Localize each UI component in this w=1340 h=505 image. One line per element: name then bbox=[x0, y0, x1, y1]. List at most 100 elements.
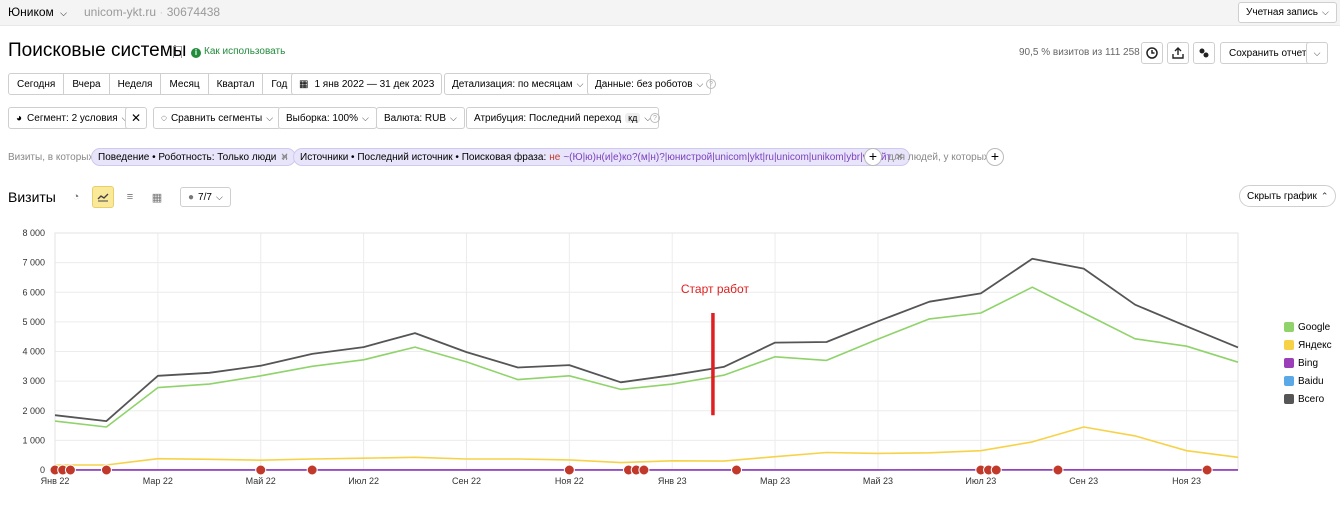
filter-chip-text: Поведение • Роботность: Только люди bbox=[98, 151, 277, 163]
add-people-filter-button[interactable]: + bbox=[986, 148, 1004, 166]
chevron-down-icon: ⌵ bbox=[266, 112, 274, 123]
x-tick-label: Сен 22 bbox=[452, 476, 481, 486]
how-to-use-label: Как использовать bbox=[204, 46, 286, 57]
chevron-down-icon: ⌵ bbox=[215, 191, 223, 202]
annotation-label: Старт работ bbox=[681, 282, 750, 296]
people-filter-label: для людей, у которых bbox=[888, 152, 989, 163]
legend-item-baidu[interactable]: Baidu bbox=[1284, 372, 1332, 390]
attribution-badge: кд bbox=[625, 113, 641, 123]
filters-label: Визиты, в которых bbox=[8, 152, 94, 163]
filter-regex: ~(Ю|ю)н(и|е)ко?(м|н)?|юнистрой|unicom|yk… bbox=[563, 151, 892, 163]
history-button[interactable] bbox=[1141, 42, 1163, 64]
event-marker-icon bbox=[255, 464, 267, 476]
hide-chart-button[interactable]: Скрыть график ⌃ bbox=[1239, 185, 1337, 207]
line-chart-icon bbox=[97, 193, 109, 202]
data-select[interactable]: Данные: без роботов ⌵ bbox=[587, 73, 712, 95]
chevron-down-icon: ⌵ bbox=[696, 78, 704, 89]
hide-chart-label: Скрыть график bbox=[1247, 190, 1317, 202]
series-selector[interactable]: ● 7/7 ⌵ bbox=[180, 187, 231, 207]
info-icon: i bbox=[191, 48, 201, 58]
account-brand-selector[interactable]: Юником ⌵ bbox=[8, 5, 67, 19]
segment-clear-button[interactable]: ✕ bbox=[125, 107, 147, 129]
chart-title: Визиты bbox=[8, 189, 56, 205]
legend-item-google[interactable]: Google bbox=[1284, 318, 1332, 336]
pie-icon: ◕ bbox=[16, 112, 23, 124]
account-button[interactable]: Учетная запись ⌵ bbox=[1238, 2, 1337, 23]
legend-item-yandex[interactable]: Яндекс bbox=[1284, 336, 1332, 354]
segment-select[interactable]: ◕ Сегмент: 2 условия ⌵ bbox=[8, 107, 137, 129]
event-marker-icon bbox=[1201, 464, 1213, 476]
save-report-menu[interactable]: ⌵ bbox=[1306, 42, 1328, 64]
date-range-picker[interactable]: ▦ 1 янв 2022 — 31 дек 2023 bbox=[291, 73, 443, 95]
y-tick-label: 6 000 bbox=[22, 287, 45, 297]
close-icon: ✕ bbox=[130, 111, 142, 125]
chart-legend: Google Яндекс Bing Baidu Всего bbox=[1284, 318, 1332, 408]
account-label: Учетная запись bbox=[1246, 7, 1319, 18]
x-tick-label: Май 22 bbox=[246, 476, 276, 486]
line-chart-mode-button[interactable] bbox=[92, 186, 114, 208]
event-marker-icon bbox=[990, 464, 1002, 476]
pie-chart-mode-button[interactable]: ◔ bbox=[65, 186, 87, 208]
checkbox-icon bbox=[1284, 376, 1294, 386]
event-marker-icon bbox=[731, 464, 743, 476]
x-tick-label: Июл 23 bbox=[965, 476, 996, 486]
site-name: unicom-ykt.ru bbox=[84, 5, 157, 19]
sample-label: Выборка: 100% bbox=[286, 112, 358, 124]
page-title: Поисковые системы bbox=[8, 40, 187, 61]
chevron-down-icon: ⌵ bbox=[362, 112, 369, 123]
pie-chart-icon: ◔ bbox=[72, 191, 80, 203]
series-line-Google bbox=[54, 286, 1239, 428]
clock-icon bbox=[1146, 47, 1158, 59]
export-button[interactable] bbox=[1167, 42, 1189, 64]
bar-chart-mode-button[interactable]: ▦ bbox=[146, 186, 168, 208]
x-tick-label: Мар 22 bbox=[143, 476, 173, 486]
series-line-Всего bbox=[54, 257, 1239, 423]
chevron-down-icon: ⌵ bbox=[576, 78, 584, 89]
event-marker-icon bbox=[64, 464, 76, 476]
data-label: Данные: без роботов bbox=[595, 78, 693, 90]
filter-chip-search-phrase[interactable]: Источники • Последний источник • Поисков… bbox=[293, 148, 911, 166]
period-month[interactable]: Месяц bbox=[161, 74, 209, 94]
add-filter-button[interactable]: + bbox=[864, 148, 882, 166]
save-report-button[interactable]: Сохранить отчет bbox=[1220, 42, 1316, 64]
period-week[interactable]: Неделя bbox=[110, 74, 162, 94]
comment-icon: ● bbox=[188, 191, 195, 203]
period-yesterday[interactable]: Вчера bbox=[64, 74, 110, 94]
event-marker-icon bbox=[306, 464, 318, 476]
currency-select[interactable]: Валюта: RUB ⌵ bbox=[376, 107, 465, 129]
attribution-select[interactable]: Атрибуция: Последний переход кд ⌵ bbox=[466, 107, 660, 129]
bookmark-icon[interactable] bbox=[173, 46, 182, 58]
top-bar: Юником ⌵ unicom-ykt.ru · 30674438 Учетна… bbox=[0, 0, 1340, 26]
area-chart-mode-button[interactable]: ≡ bbox=[119, 186, 141, 208]
event-marker-icon bbox=[1052, 464, 1064, 476]
y-tick-label: 2 000 bbox=[22, 406, 45, 416]
help-icon[interactable]: ? bbox=[650, 113, 660, 123]
series-line-Яндекс bbox=[55, 426, 1239, 466]
calendar-icon: ▦ bbox=[299, 78, 309, 90]
brand-name: Юником bbox=[8, 5, 54, 19]
legend-item-bing[interactable]: Bing bbox=[1284, 354, 1332, 372]
legend-label: Bing bbox=[1298, 357, 1319, 369]
period-today[interactable]: Сегодня bbox=[9, 74, 65, 94]
legend-item-total[interactable]: Всего bbox=[1284, 390, 1332, 408]
checkbox-icon bbox=[1284, 358, 1294, 368]
site-info: unicom-ykt.ru · 30674438 bbox=[84, 5, 221, 19]
help-icon[interactable]: ? bbox=[706, 79, 716, 89]
api-button[interactable] bbox=[1193, 42, 1215, 64]
how-to-use-link[interactable]: i Как использовать bbox=[191, 46, 285, 58]
filter-chip-robots[interactable]: Поведение • Роботность: Только люди ✕ bbox=[91, 148, 296, 166]
y-tick-label: 7 000 bbox=[22, 258, 45, 268]
x-tick-label: Мар 23 bbox=[760, 476, 790, 486]
event-marker-icon bbox=[100, 464, 112, 476]
x-tick-label: Янв 22 bbox=[41, 476, 70, 486]
period-quarter[interactable]: Квартал bbox=[209, 74, 264, 94]
stacked-area-icon: ≡ bbox=[126, 191, 134, 203]
event-marker-icon bbox=[563, 464, 575, 476]
bar-chart-icon: ▦ bbox=[151, 191, 163, 204]
share-icon bbox=[1172, 47, 1184, 59]
sample-select[interactable]: Выборка: 100% ⌵ bbox=[278, 107, 377, 129]
chevron-down-icon: ⌵ bbox=[1322, 7, 1329, 17]
detail-select[interactable]: Детализация: по месяцам ⌵ bbox=[444, 73, 592, 95]
compare-segments-button[interactable]: ◌ Сравнить сегменты ⌵ bbox=[153, 107, 282, 129]
detail-label: Детализация: по месяцам bbox=[452, 78, 573, 90]
